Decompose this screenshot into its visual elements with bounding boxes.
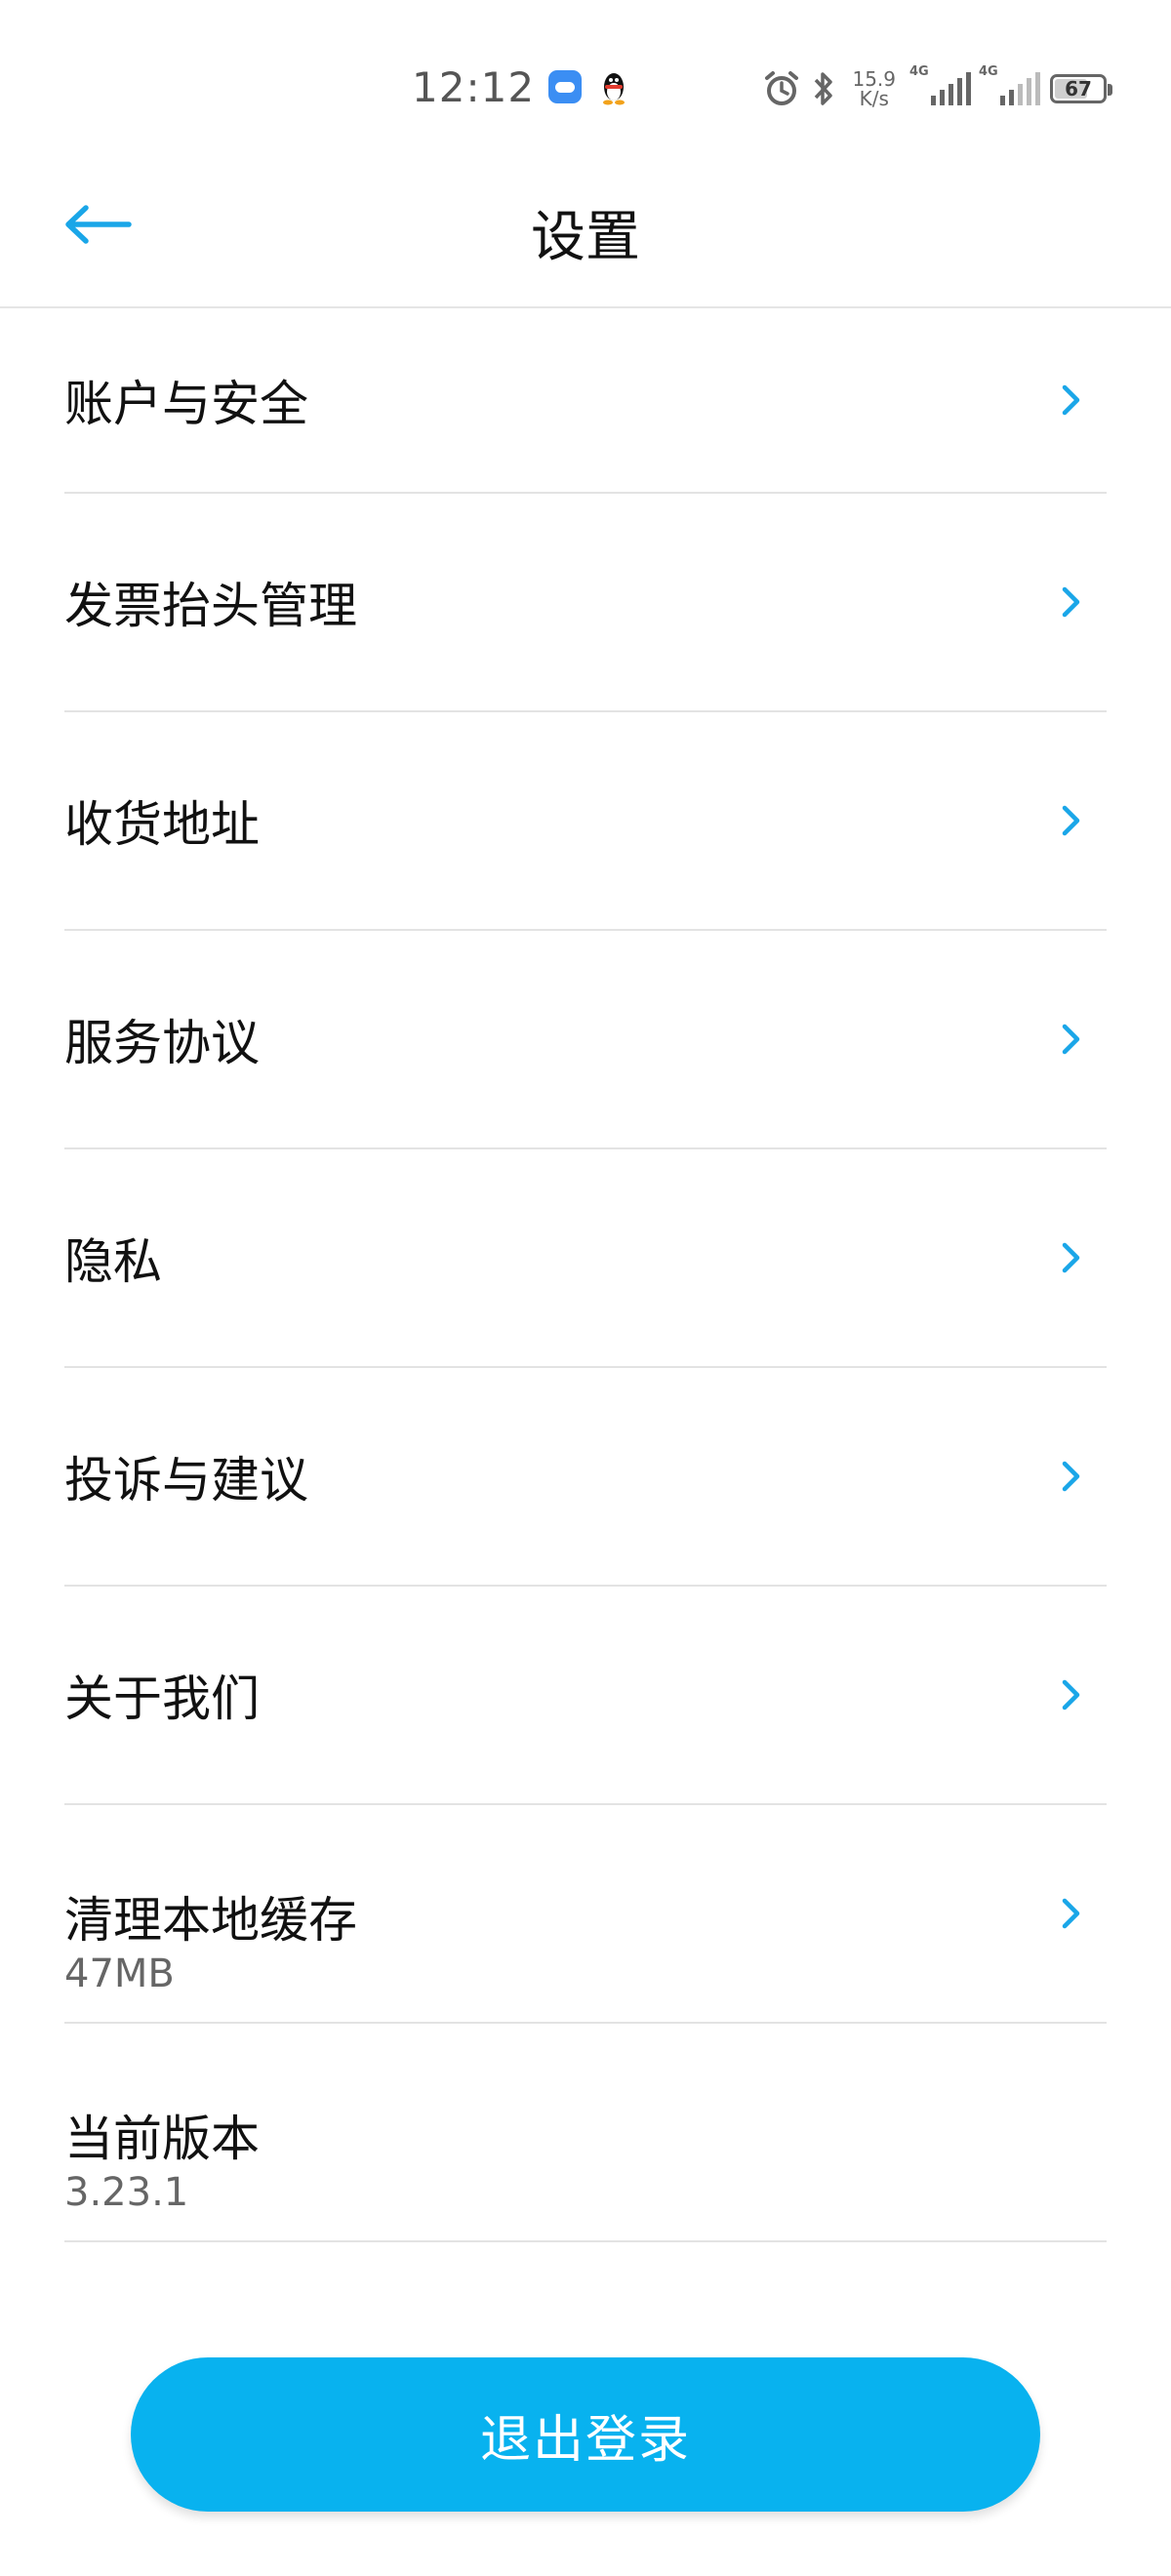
settings-item-privacy[interactable]: 隐私 [64,1149,1107,1368]
settings-item-account-security[interactable]: 账户与安全 [64,308,1107,494]
chevron-right-icon [1062,1898,1080,1929]
settings-item-shipping-address[interactable]: 收货地址 [64,712,1107,931]
settings-item-label: 隐私 [64,1233,162,1290]
network-type-label: 4G [979,64,998,79]
logout-button[interactable]: 退出登录 [131,2357,1040,2512]
settings-item-invoice-title[interactable]: 发票抬头管理 [64,494,1107,712]
cache-size-value: 47MB [64,1952,175,1996]
settings-item-current-version: 当前版本 3.23.1 [64,2024,1107,2242]
settings-item-about-us[interactable]: 关于我们 [64,1587,1107,1805]
settings-item-feedback[interactable]: 投诉与建议 [64,1368,1107,1587]
signal-strength-2: 4G [979,64,1040,105]
network-speed-value: 15.9 [852,67,896,91]
settings-item-label: 关于我们 [64,1670,260,1727]
page-title: 设置 [531,206,640,269]
chevron-right-icon [1062,1242,1080,1273]
settings-item-label: 服务协议 [64,1015,260,1071]
version-value: 3.23.1 [64,2170,189,2215]
chevron-right-icon [1062,1461,1080,1492]
settings-item-label: 当前版本 [64,2111,260,2167]
settings-list: 账户与安全 发票抬头管理 收货地址 服务协议 隐私 投诉与建议 关于我们 清理本… [64,308,1107,2242]
status-right: 15.9 K/s 4G 4G 67 [762,64,1112,113]
network-type-label: 4G [909,64,929,79]
alarm-icon [765,71,799,105]
status-center: 12:12 [412,60,628,113]
status-time: 12:12 [412,62,536,111]
battery-level: 67 [1065,77,1092,101]
settings-item-service-agreement[interactable]: 服务协议 [64,931,1107,1149]
signal-strength-1: 4G [909,64,971,105]
settings-page: 12:12 15.9 K/s 4G 4G 67 设置 账户与安全 发票抬头管理 … [0,0,1171,2576]
chevron-right-icon [1062,805,1080,836]
settings-item-label: 账户与安全 [64,376,308,432]
settings-item-label: 发票抬头管理 [64,578,357,634]
settings-item-label: 投诉与建议 [64,1452,308,1509]
chevron-right-icon [1062,1679,1080,1711]
network-speed-unit: K/s [859,87,889,110]
app-header: 设置 [0,146,1171,308]
settings-item-clear-cache[interactable]: 清理本地缓存 47MB [64,1805,1107,2024]
chevron-right-icon [1062,384,1080,416]
status-bar: 12:12 15.9 K/s 4G 4G 67 [0,0,1171,146]
settings-item-label: 收货地址 [64,796,260,853]
chevron-right-icon [1062,1024,1080,1055]
network-speed: 15.9 K/s [852,69,896,108]
qq-penguin-icon [603,73,626,105]
bluetooth-icon [815,72,833,105]
battery-icon: 67 [1050,74,1112,103]
cloud-app-icon [548,70,583,103]
chevron-right-icon [1062,586,1080,618]
settings-item-label: 清理本地缓存 [64,1892,357,1949]
